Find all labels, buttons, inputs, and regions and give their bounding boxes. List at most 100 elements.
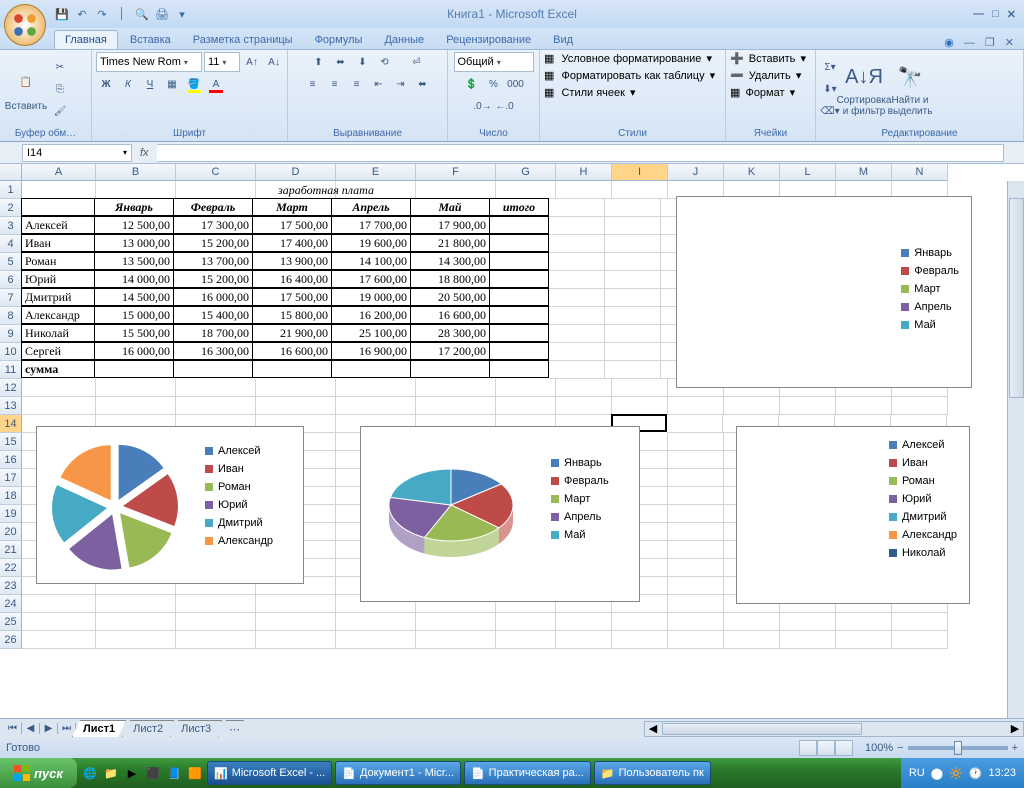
bold-button[interactable]: Ж <box>96 74 116 94</box>
tab-insert[interactable]: Вставка <box>120 31 181 49</box>
cell-B2[interactable]: Январь <box>94 198 174 216</box>
cell-A24[interactable] <box>22 595 96 613</box>
cell-G13[interactable] <box>496 397 556 415</box>
cell-B11[interactable] <box>94 360 174 378</box>
ql-app2-icon[interactable]: 📘 <box>165 764 183 782</box>
cell-H25[interactable] <box>556 613 612 631</box>
increase-font-icon[interactable]: A↑ <box>242 52 262 72</box>
cell-E8[interactable]: 16 200,00 <box>331 306 411 324</box>
merge-cells-icon[interactable]: ⬌ <box>413 74 433 94</box>
tray-icon2[interactable]: 🔆 <box>949 767 963 780</box>
grid-area[interactable]: ABCDEFGHIJKLMN 1234567891011121314151617… <box>0 164 1024 718</box>
cell-E5[interactable]: 14 100,00 <box>331 252 411 270</box>
cell-J19[interactable] <box>668 505 724 523</box>
col-header-I[interactable]: I <box>612 164 668 181</box>
fx-icon[interactable]: fx <box>140 147 149 159</box>
row-header-4[interactable]: 4 <box>0 235 22 253</box>
align-center-icon[interactable]: ≡ <box>325 74 345 94</box>
tab-view[interactable]: Вид <box>543 31 583 49</box>
formula-input[interactable] <box>157 144 1004 162</box>
tab-review[interactable]: Рецензирование <box>436 31 541 49</box>
sheet-tab-2[interactable]: Лист2 <box>122 720 174 737</box>
row-header-21[interactable]: 21 <box>0 541 22 559</box>
row-header-20[interactable]: 20 <box>0 523 22 541</box>
tab-home[interactable]: Главная <box>54 30 118 49</box>
cell-N25[interactable] <box>892 613 948 631</box>
col-header-N[interactable]: N <box>892 164 948 181</box>
cell-G8[interactable] <box>489 306 549 324</box>
taskbar-item-word[interactable]: 📄Документ1 - Micr... <box>335 761 461 785</box>
decrease-decimal-icon[interactable]: ←.0 <box>495 96 515 116</box>
cell-E6[interactable]: 17 600,00 <box>331 270 411 288</box>
cell-D10[interactable]: 16 600,00 <box>252 342 332 360</box>
cell-M25[interactable] <box>836 613 892 631</box>
row-header-18[interactable]: 18 <box>0 487 22 505</box>
cell-C26[interactable] <box>176 631 256 649</box>
number-format-combo[interactable]: Общий▾ <box>454 52 534 72</box>
cell-A6[interactable]: Юрий <box>21 270 95 288</box>
cell-A2[interactable] <box>21 198 95 216</box>
cell-F25[interactable] <box>416 613 496 631</box>
cell-C10[interactable]: 16 300,00 <box>173 342 253 360</box>
format-as-table-button[interactable]: ▦ Форматировать как таблицу ▾ <box>544 69 715 82</box>
cell-F3[interactable]: 17 900,00 <box>410 216 490 234</box>
cell-H3[interactable] <box>549 217 605 235</box>
office-button[interactable] <box>4 4 46 46</box>
cell-G5[interactable] <box>489 252 549 270</box>
taskbar-item-excel[interactable]: 📊Microsoft Excel - ... <box>207 761 332 785</box>
cell-F8[interactable]: 16 600,00 <box>410 306 490 324</box>
cell-B24[interactable] <box>96 595 176 613</box>
cell-I10[interactable] <box>605 343 661 361</box>
row-header-1[interactable]: 1 <box>0 181 22 199</box>
underline-button[interactable]: Ч <box>140 74 160 94</box>
cell-A1[interactable] <box>22 181 96 199</box>
tab-page-layout[interactable]: Разметка страницы <box>183 31 303 49</box>
start-button[interactable]: пуск <box>0 758 77 788</box>
row-header-11[interactable]: 11 <box>0 361 22 379</box>
align-middle-icon[interactable]: ⬌ <box>331 52 351 72</box>
row-header-9[interactable]: 9 <box>0 325 22 343</box>
col-header-F[interactable]: F <box>416 164 496 181</box>
cell-I26[interactable] <box>612 631 668 649</box>
cell-D7[interactable]: 17 500,00 <box>252 288 332 306</box>
taskbar-item-folder[interactable]: 📁Пользователь пк <box>594 761 711 785</box>
clock[interactable]: 13:23 <box>988 767 1016 779</box>
cell-I11[interactable] <box>605 361 661 379</box>
format-painter-icon[interactable]: 🖌 <box>50 101 70 121</box>
cell-D5[interactable]: 13 900,00 <box>252 252 332 270</box>
cell-K25[interactable] <box>724 613 780 631</box>
cell-G26[interactable] <box>496 631 556 649</box>
cell-I25[interactable] <box>612 613 668 631</box>
borders-icon[interactable]: ▦ <box>162 74 182 94</box>
cell-J22[interactable] <box>668 559 724 577</box>
cell-E10[interactable]: 16 900,00 <box>331 342 411 360</box>
chart-pie-names[interactable]: АлексейИванРоманЮрийДмитрийАлександр <box>36 426 304 584</box>
ql-player-icon[interactable]: ▶ <box>123 764 141 782</box>
row-header-14[interactable]: 14 <box>0 415 22 433</box>
doc-restore-icon[interactable]: ❐ <box>985 36 995 49</box>
cell-J25[interactable] <box>668 613 724 631</box>
cell-A25[interactable] <box>22 613 96 631</box>
name-box[interactable]: I14▾ <box>22 144 132 162</box>
cell-C25[interactable] <box>176 613 256 631</box>
cell-F5[interactable]: 14 300,00 <box>410 252 490 270</box>
cell-F2[interactable]: Май <box>410 198 490 216</box>
col-header-D[interactable]: D <box>256 164 336 181</box>
row-header-16[interactable]: 16 <box>0 451 22 469</box>
chart-legend-months[interactable]: ЯнварьФевральМартАпрельМай <box>676 196 972 388</box>
italic-button[interactable]: К <box>118 74 138 94</box>
cell-J20[interactable] <box>668 523 724 541</box>
row-header-19[interactable]: 19 <box>0 505 22 523</box>
decrease-indent-icon[interactable]: ⇤ <box>369 74 389 94</box>
sheet-nav-next-icon[interactable]: ▶ <box>40 723 58 734</box>
cell-I9[interactable] <box>605 325 661 343</box>
sheet-tab-new[interactable]: ⋯ <box>218 720 244 738</box>
col-header-E[interactable]: E <box>336 164 416 181</box>
cell-F10[interactable]: 17 200,00 <box>410 342 490 360</box>
cell-I2[interactable] <box>605 199 661 217</box>
cell-I7[interactable] <box>605 289 661 307</box>
ql-app3-icon[interactable]: 🟧 <box>186 764 204 782</box>
cell-G11[interactable] <box>489 360 549 378</box>
cell-L13[interactable] <box>780 397 836 415</box>
row-header-23[interactable]: 23 <box>0 577 22 595</box>
